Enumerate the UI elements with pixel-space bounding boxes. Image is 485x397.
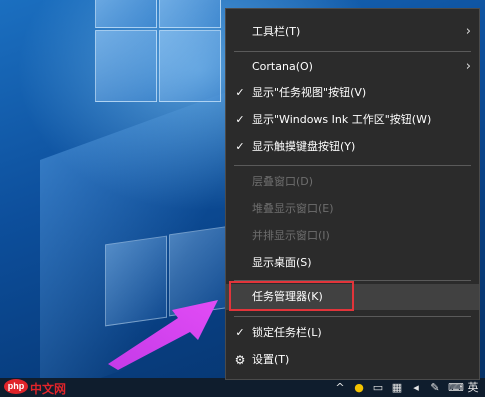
menu-item-label: 层叠窗口(D) bbox=[252, 175, 314, 188]
taskbar[interactable]: php 中文网 ^ ● ▭ ▦ ◂ ✎ ⌨ 英 bbox=[0, 378, 485, 397]
menu-item-show-touch-keyboard[interactable]: ✓ 显示触摸键盘按钮(Y) bbox=[226, 134, 479, 160]
logo-pane bbox=[159, 0, 221, 28]
battery-icon[interactable]: ▭ bbox=[372, 381, 384, 394]
menu-separator bbox=[234, 165, 471, 166]
volume-icon[interactable]: ◂ bbox=[410, 381, 422, 394]
menu-item-label: 显示桌面(S) bbox=[252, 256, 312, 269]
network-icon[interactable]: ▦ bbox=[391, 381, 403, 394]
menu-item-side-by-side: 并排显示窗口(I) bbox=[226, 223, 479, 249]
check-icon: ✓ bbox=[235, 113, 245, 126]
menu-item-label: Cortana(O) bbox=[252, 60, 313, 73]
menu-separator bbox=[234, 316, 471, 317]
logo-pane bbox=[95, 30, 157, 102]
menu-item-label: 显示"任务视图"按钮(V) bbox=[252, 86, 367, 99]
menu-item-lock-taskbar[interactable]: ✓ 锁定任务栏(L) bbox=[226, 320, 479, 346]
security-icon[interactable]: ● bbox=[353, 381, 365, 394]
menu-item-toolbars[interactable]: 工具栏(T) › bbox=[226, 19, 479, 45]
keyboard-icon[interactable]: ⌨ bbox=[448, 381, 464, 394]
system-tray: ^ ● ▭ ▦ ◂ ✎ ⌨ 英 bbox=[334, 378, 485, 397]
menu-item-label: 堆叠显示窗口(E) bbox=[252, 202, 334, 215]
show-hidden-icons-button[interactable]: ^ bbox=[334, 381, 346, 394]
menu-item-label: 并排显示窗口(I) bbox=[252, 229, 330, 242]
annotation-highlight-box bbox=[229, 281, 354, 311]
menu-separator bbox=[234, 51, 471, 52]
check-icon: ✓ bbox=[235, 86, 245, 99]
check-icon: ✓ bbox=[235, 326, 245, 339]
taskbar-context-menu: 工具栏(T) › Cortana(O) › ✓ 显示"任务视图"按钮(V) ✓ … bbox=[225, 8, 480, 380]
menu-item-cortana[interactable]: Cortana(O) › bbox=[226, 54, 479, 80]
menu-item-show-desktop[interactable]: 显示桌面(S) bbox=[226, 250, 479, 276]
menu-item-cascade: 层叠窗口(D) bbox=[226, 169, 479, 195]
menu-item-label: 显示触摸键盘按钮(Y) bbox=[252, 140, 356, 153]
menu-item-settings[interactable]: ⚙ 设置(T) bbox=[226, 347, 479, 373]
pen-icon[interactable]: ✎ bbox=[429, 381, 441, 394]
check-icon: ✓ bbox=[235, 140, 245, 153]
logo-pane bbox=[95, 0, 157, 28]
chevron-right-icon: › bbox=[465, 24, 471, 39]
watermark-site-name: 中文网 bbox=[30, 382, 67, 396]
annotation-arrow bbox=[108, 300, 218, 370]
ime-indicator[interactable]: 英 bbox=[467, 381, 479, 394]
logo-pane bbox=[159, 30, 221, 102]
menu-item-show-task-view[interactable]: ✓ 显示"任务视图"按钮(V) bbox=[226, 80, 479, 106]
menu-item-label: 工具栏(T) bbox=[252, 25, 301, 38]
chevron-right-icon: › bbox=[465, 59, 471, 74]
menu-item-label: 显示"Windows Ink 工作区"按钮(W) bbox=[252, 113, 432, 126]
menu-item-label: 设置(T) bbox=[252, 353, 290, 366]
windows-logo-wallpaper bbox=[95, 0, 235, 350]
php-logo: php bbox=[4, 379, 28, 394]
gear-icon: ⚙ bbox=[234, 353, 246, 367]
menu-item-show-ink-workspace[interactable]: ✓ 显示"Windows Ink 工作区"按钮(W) bbox=[226, 107, 479, 133]
menu-item-stacked: 堆叠显示窗口(E) bbox=[226, 196, 479, 222]
menu-item-label: 锁定任务栏(L) bbox=[252, 326, 322, 339]
